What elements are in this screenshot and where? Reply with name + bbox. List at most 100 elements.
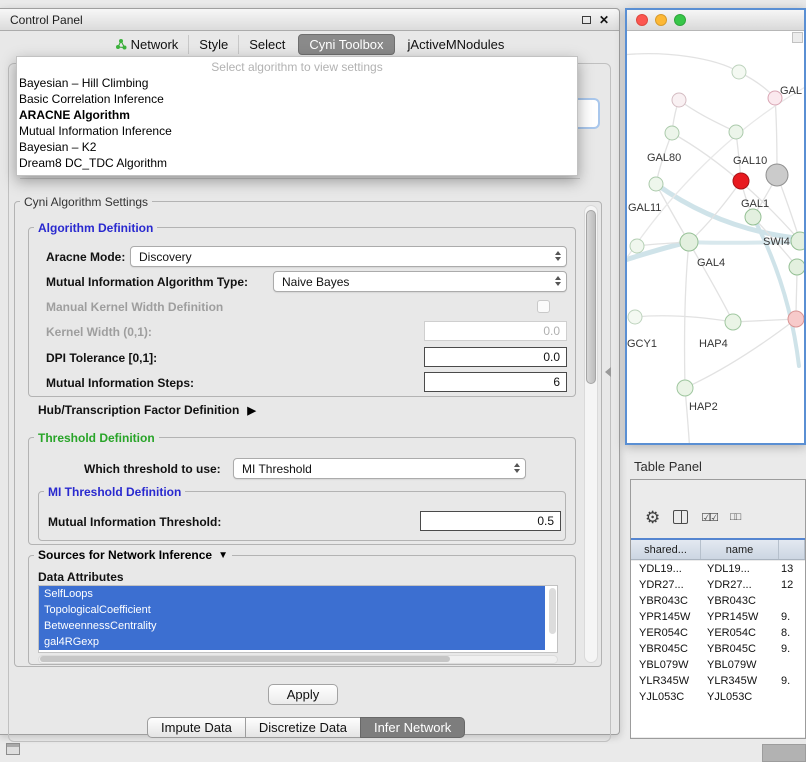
network-edge[interactable] [775, 98, 777, 175]
table-row[interactable]: YER054CYER054C8. [631, 625, 805, 641]
algorithm-option[interactable]: Bayesian – K2 [17, 139, 577, 155]
dpi-tolerance-field[interactable]: 0.0 [424, 347, 567, 367]
attribute-option[interactable]: SelfLoops [39, 586, 545, 602]
tab-cyni-toolbox[interactable]: Cyni Toolbox [298, 34, 394, 55]
table-row[interactable]: YBL079WYBL079W [631, 657, 805, 673]
tab-select[interactable]: Select [238, 35, 295, 54]
network-node[interactable] [729, 125, 743, 139]
network-node[interactable] [680, 233, 698, 251]
network-node[interactable] [789, 259, 804, 275]
hub-transcription-factor-section[interactable]: Hub/Transcription Factor Definition ▶ [38, 403, 256, 417]
network-edge[interactable] [635, 316, 733, 322]
network-node[interactable] [672, 93, 686, 107]
tab-impute-data[interactable]: Impute Data [147, 717, 246, 738]
algorithm-combobox-fragment[interactable] [576, 98, 600, 129]
close-icon[interactable]: ✕ [599, 14, 609, 26]
network-node[interactable] [665, 126, 679, 140]
which-threshold-select[interactable]: MI Threshold [233, 458, 526, 479]
close-traffic-light[interactable] [636, 14, 648, 26]
network-edge[interactable] [684, 242, 689, 388]
algorithm-option[interactable]: Basic Correlation Inference [17, 91, 577, 107]
attribute-option[interactable]: BetweennessCentrality [39, 618, 545, 634]
algorithm-option[interactable]: Mutual Information Inference [17, 123, 577, 139]
tab-discretize-data[interactable]: Discretize Data [245, 717, 361, 738]
network-node[interactable] [677, 380, 693, 396]
attribute-list-horizontal-scrollbar-thumb[interactable] [40, 656, 450, 662]
table-cell: YDR27... [701, 579, 779, 591]
float-window-icon[interactable] [582, 16, 591, 24]
network-edge[interactable] [689, 181, 741, 242]
settings-gear-icon[interactable]: ⚙ [645, 509, 660, 526]
network-canvas[interactable]: GALGAL80GAL10GAL11GAL1SWI4GAL4GCY1HAP4HA… [627, 31, 804, 443]
table-row[interactable]: YDL19...YDL19...13 [631, 561, 805, 577]
algorithm-option-selected[interactable]: ARACNE Algorithm [17, 107, 577, 123]
settings-scrollbar-thumb[interactable] [586, 210, 596, 384]
zoom-traffic-light[interactable] [674, 14, 686, 26]
network-node-label: SWI4 [763, 236, 790, 248]
tab-infer-network[interactable]: Infer Network [360, 717, 465, 738]
network-node[interactable] [733, 173, 749, 189]
algorithm-option[interactable]: Bayesian – Hill Climbing [17, 75, 577, 91]
network-node[interactable] [649, 177, 663, 191]
network-node[interactable] [725, 314, 741, 330]
network-node-label: GAL1 [741, 198, 769, 210]
network-edge[interactable] [689, 242, 733, 322]
aracne-mode-select[interactable]: Discovery [130, 246, 567, 267]
combo-arrows-icon [555, 251, 561, 261]
attribute-option[interactable]: TopologicalCoefficient [39, 602, 545, 618]
network-edge[interactable] [685, 319, 796, 388]
scrollbar-corner [792, 32, 803, 43]
network-edge[interactable] [733, 319, 796, 322]
columns-icon[interactable] [673, 510, 688, 524]
table-cell: 9. [779, 643, 805, 655]
control-panel-titlebar[interactable]: Control Panel ✕ [0, 9, 619, 31]
attribute-list-vertical-scrollbar[interactable] [549, 588, 556, 634]
network-node[interactable] [732, 65, 746, 79]
table-row[interactable]: YPR145WYPR145W9. [631, 609, 805, 625]
algorithm-option[interactable]: Dream8 DC_TDC Algorithm [17, 155, 577, 171]
network-node[interactable] [745, 209, 761, 225]
dpi-tolerance-label: DPI Tolerance [0,1]: [46, 351, 157, 365]
network-node[interactable] [630, 239, 644, 253]
combo-arrows-icon [514, 463, 520, 473]
column-header-cut[interactable] [779, 540, 805, 559]
tab-jactivemnodules[interactable]: jActiveMNodules [398, 35, 515, 54]
tab-network[interactable]: Network [105, 35, 189, 54]
mi-steps-field[interactable]: 6 [424, 372, 567, 392]
data-attributes-label: Data Attributes [38, 570, 124, 584]
aracne-mode-label: Aracne Mode: [46, 250, 125, 264]
attribute-option[interactable]: gal4RGexp [39, 634, 545, 650]
mi-threshold-field[interactable]: 0.5 [420, 511, 561, 531]
splitter-collapse-arrow[interactable] [605, 367, 611, 377]
minimized-panel-icon[interactable] [6, 743, 20, 755]
table-row[interactable]: YJL053CYJL053C [631, 689, 805, 705]
mi-algorithm-type-select[interactable]: Naive Bayes [273, 271, 567, 292]
column-header-name[interactable]: name [701, 540, 779, 559]
table-row[interactable]: YLR345WYLR345W9. [631, 673, 805, 689]
select-all-icon[interactable]: ☑☑ [701, 511, 717, 524]
table-row[interactable]: YBR043CYBR043C [631, 593, 805, 609]
network-node[interactable] [788, 311, 804, 327]
network-node[interactable] [628, 310, 642, 324]
deselect-all-icon[interactable]: □□ [730, 511, 739, 523]
network-graph[interactable]: GALGAL80GAL10GAL11GAL1SWI4GAL4GCY1HAP4HA… [627, 31, 804, 443]
hub-section-label: Hub/Transcription Factor Definition [38, 403, 239, 417]
network-node[interactable] [766, 164, 788, 186]
tab-label: Cyni Toolbox [309, 37, 383, 52]
minimize-traffic-light[interactable] [655, 14, 667, 26]
tab-style[interactable]: Style [188, 35, 238, 54]
control-panel-window: Control Panel ✕ Network Style Select Cyn… [0, 8, 620, 735]
table-row[interactable]: YBR045CYBR045C9. [631, 641, 805, 657]
network-window-titlebar[interactable] [627, 10, 804, 31]
table-row[interactable]: YDR27...YDR27...12 [631, 577, 805, 593]
network-node-label: HAP4 [699, 338, 728, 350]
network-edge[interactable] [627, 54, 739, 72]
table-cell: YJL053C [631, 691, 701, 703]
network-edge[interactable] [679, 100, 736, 132]
apply-button[interactable]: Apply [268, 684, 338, 705]
column-header-shared-name[interactable]: shared... [631, 540, 701, 559]
network-node-label: GAL80 [647, 152, 681, 164]
table-cell: YBR043C [701, 595, 779, 607]
network-node[interactable] [791, 232, 804, 250]
sources-group-header[interactable]: Sources for Network Inference ▼ [34, 548, 232, 562]
